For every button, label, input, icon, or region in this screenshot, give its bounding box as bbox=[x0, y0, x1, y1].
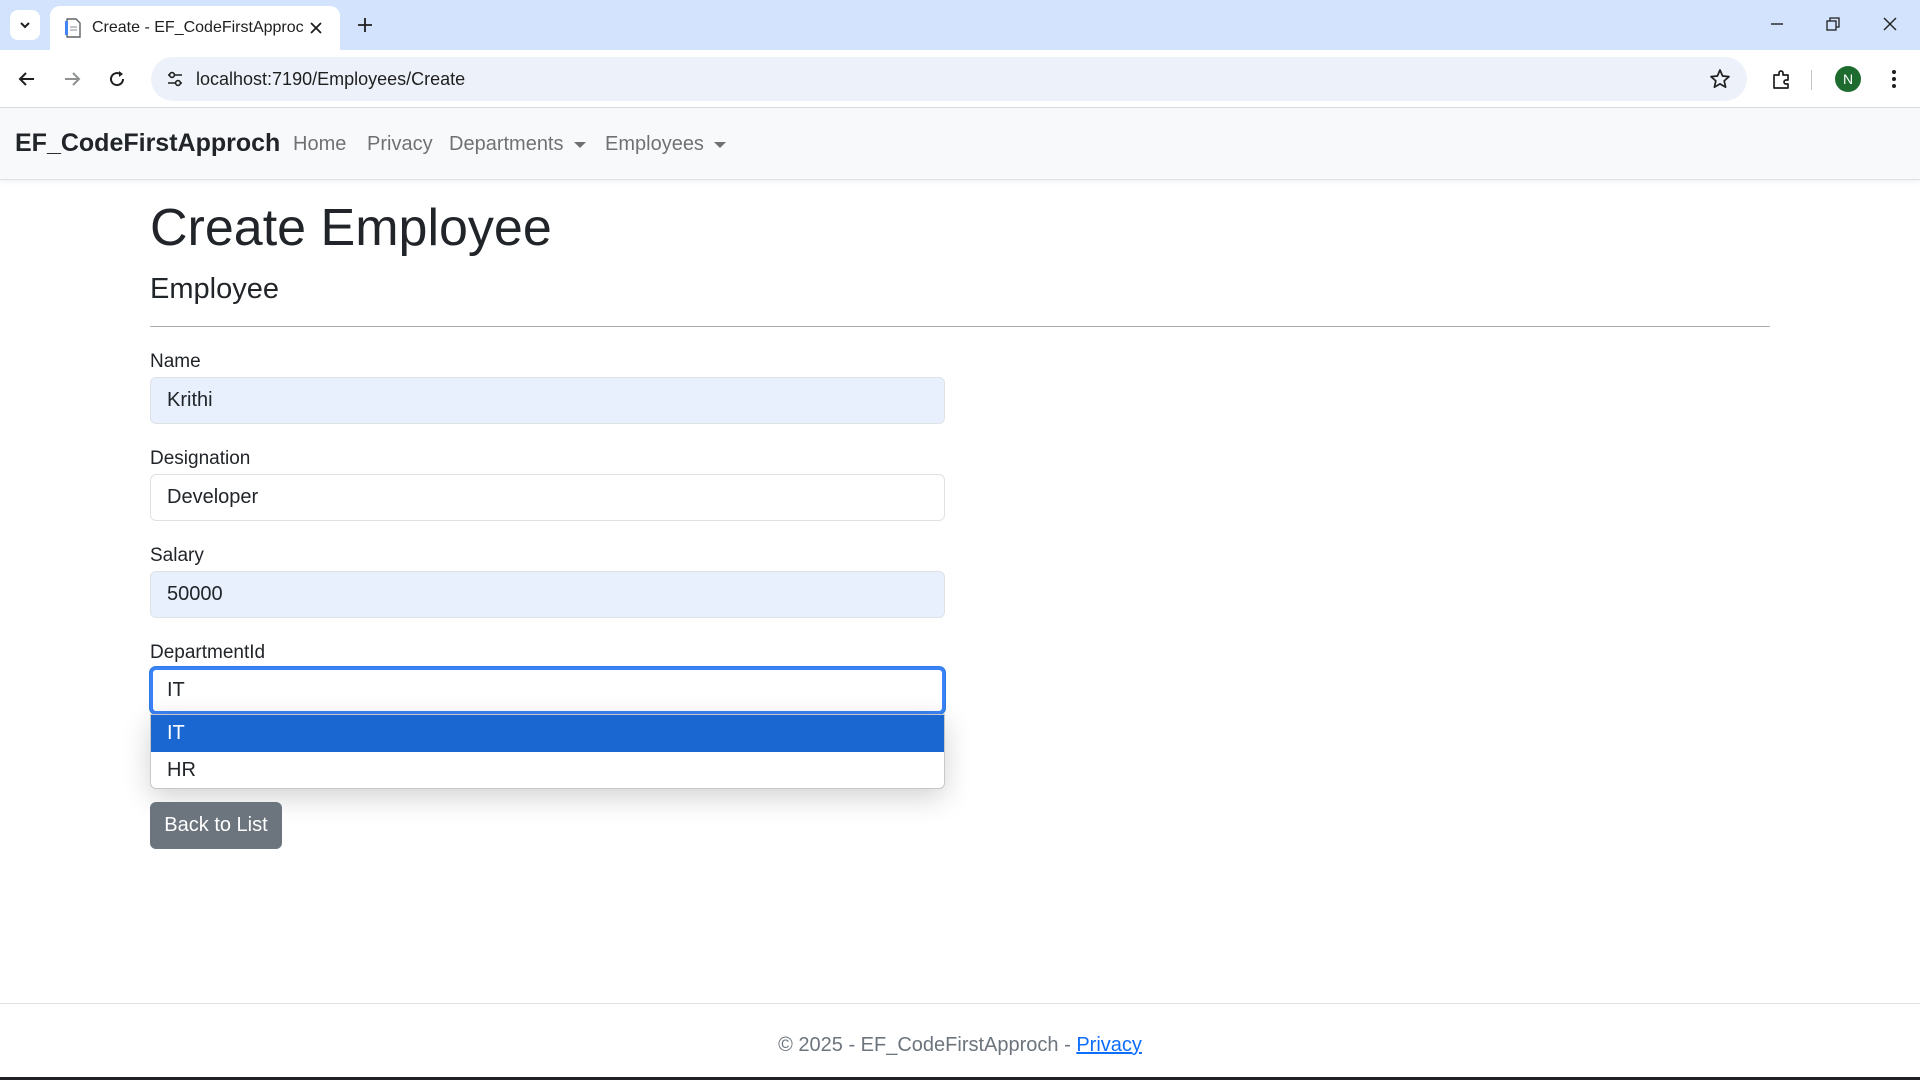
nav-link-label: Home bbox=[293, 133, 347, 155]
name-input[interactable]: Krithi bbox=[150, 377, 945, 424]
salary-label: Salary bbox=[150, 545, 204, 566]
reload-button[interactable] bbox=[99, 61, 135, 97]
page-title: Create Employee bbox=[150, 199, 552, 257]
restore-button[interactable] bbox=[1805, 4, 1861, 44]
arrow-left-icon bbox=[18, 72, 34, 86]
nav-link-privacy[interactable]: Privacy bbox=[367, 133, 433, 156]
department-select[interactable]: IT bbox=[150, 667, 945, 714]
footer-text: © 2025 - EF_CodeFirstApproch - Privacy bbox=[0, 1034, 1920, 1057]
nav-dropdown-departments[interactable]: Departments bbox=[449, 133, 586, 156]
kebab-menu-icon bbox=[1892, 70, 1896, 88]
puzzle-icon bbox=[1773, 70, 1789, 89]
profile-avatar[interactable]: N bbox=[1835, 66, 1861, 92]
tune-icon bbox=[168, 71, 182, 87]
back-to-list-button[interactable]: Back to List bbox=[150, 802, 282, 849]
reload-icon bbox=[110, 71, 125, 87]
caret-down-icon bbox=[713, 141, 726, 148]
nav-link-home[interactable]: Home bbox=[293, 133, 346, 156]
browser-menu-button[interactable] bbox=[1876, 61, 1912, 97]
designation-label: Designation bbox=[150, 448, 251, 469]
site-info-button[interactable] bbox=[161, 65, 189, 93]
nav-dropdown-employees[interactable]: Employees bbox=[605, 133, 726, 156]
nav-link-label: Privacy bbox=[367, 133, 433, 155]
arrow-right-icon bbox=[65, 72, 81, 86]
browser-toolbar: localhost:7190/Employees/Create N bbox=[0, 50, 1920, 108]
section-title: Employee bbox=[150, 273, 279, 305]
navbar-brand[interactable]: EF_CodeFirstApproch bbox=[15, 129, 280, 158]
tab-title: Create - EF_CodeFirstApproch bbox=[92, 19, 304, 36]
browser-tab-active[interactable]: Create - EF_CodeFirstApproch bbox=[50, 6, 340, 50]
restore-icon bbox=[1826, 17, 1840, 31]
bookmark-button[interactable] bbox=[1707, 66, 1733, 92]
close-icon bbox=[310, 22, 322, 34]
forward-nav-button[interactable] bbox=[54, 61, 90, 97]
salary-input[interactable]: 50000 bbox=[150, 571, 945, 618]
new-tab-button[interactable] bbox=[350, 10, 380, 40]
nav-link-label: Departments bbox=[449, 133, 564, 155]
chevron-down-icon bbox=[20, 22, 30, 29]
extensions-button[interactable] bbox=[1764, 61, 1800, 97]
back-nav-button[interactable] bbox=[9, 61, 45, 97]
minimize-button[interactable] bbox=[1749, 4, 1805, 44]
close-window-button[interactable] bbox=[1862, 4, 1918, 44]
department-options-list: IT HR bbox=[150, 714, 945, 789]
document-icon bbox=[65, 18, 81, 38]
site-navbar: EF_CodeFirstApproch Home Privacy Departm… bbox=[0, 108, 1920, 180]
caret-down-icon bbox=[573, 141, 586, 148]
department-option-hr[interactable]: HR bbox=[151, 752, 944, 788]
star-icon bbox=[1710, 69, 1730, 89]
section-divider bbox=[150, 326, 1770, 327]
designation-input[interactable]: Developer bbox=[150, 474, 945, 521]
tab-close-button[interactable] bbox=[304, 16, 328, 40]
department-option-it[interactable]: IT bbox=[151, 715, 944, 752]
plus-icon bbox=[358, 18, 372, 32]
tab-search-button[interactable] bbox=[10, 10, 40, 40]
department-label: DepartmentId bbox=[150, 642, 266, 663]
close-icon bbox=[1883, 17, 1897, 31]
url-text: localhost:7190/Employees/Create bbox=[196, 69, 466, 89]
name-label: Name bbox=[150, 351, 201, 372]
toolbar-divider bbox=[1811, 70, 1812, 90]
footer-privacy-link[interactable]: Privacy bbox=[1076, 1034, 1142, 1056]
minimize-icon bbox=[1771, 23, 1783, 25]
nav-link-label: Employees bbox=[605, 133, 704, 155]
page-footer: © 2025 - EF_CodeFirstApproch - Privacy bbox=[0, 1003, 1920, 1080]
address-bar[interactable]: localhost:7190/Employees/Create bbox=[151, 57, 1747, 101]
browser-tabstrip: Create - EF_CodeFirstApproch bbox=[0, 0, 1920, 50]
footer-copyright: © 2025 - EF_CodeFirstApproch - bbox=[778, 1034, 1077, 1056]
